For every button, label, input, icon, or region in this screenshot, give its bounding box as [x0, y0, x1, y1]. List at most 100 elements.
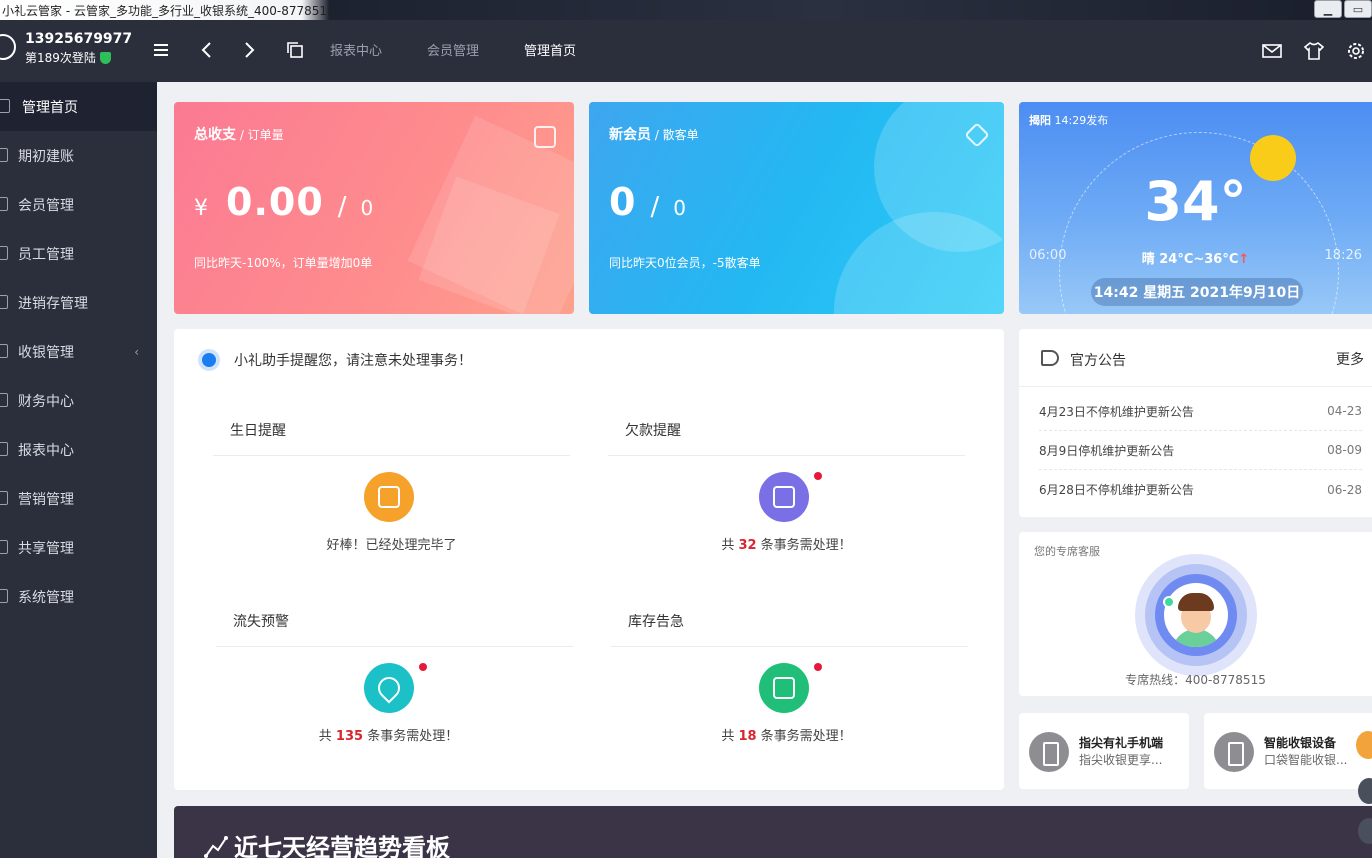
share-icon — [0, 540, 8, 554]
debt-reminder[interactable]: 欠款提醒 共 32 条事务需处理！ — [608, 420, 965, 553]
block-title: 生日提醒 — [213, 420, 570, 456]
shield-check-icon — [99, 51, 111, 64]
forward-arrow-icon[interactable] — [239, 39, 261, 61]
announcement-date: 08-09 — [1327, 443, 1362, 457]
sidebar-item-label: 收银管理 — [18, 344, 74, 361]
close-icon[interactable]: × — [386, 44, 398, 55]
status-suffix: 条事务需处理！ — [756, 729, 852, 744]
page-tabs: 报表中心 × 会员管理 × 管理首页 × — [330, 40, 592, 59]
publish-time: 14:29发布 — [1051, 114, 1109, 127]
maximize-button[interactable]: ▭ — [1344, 0, 1372, 18]
pos-device-icon — [1214, 732, 1254, 772]
members-subtitle: / 散客单 — [651, 128, 699, 142]
more-link[interactable]: 更多 — [1336, 349, 1364, 369]
sidebar-item-inventory[interactable]: 进销存管理 — [0, 278, 157, 327]
sidebar-item-system[interactable]: 系统管理 — [0, 572, 157, 621]
sidebar-item-finance[interactable]: 财务中心 — [0, 376, 157, 425]
sidebar-item-label: 期初建账 — [18, 148, 74, 165]
announcement-item[interactable]: 8月9日停机维护更新公告 08-09 — [1039, 431, 1362, 470]
sidebar-item-label: 进销存管理 — [18, 295, 88, 312]
marketing-icon — [0, 491, 8, 505]
sidebar-item-sharing[interactable]: 共享管理 — [0, 523, 157, 572]
person-icon — [1356, 731, 1372, 759]
mini-card-title: 指尖有礼手机端 — [1079, 736, 1164, 750]
smart-device-card[interactable]: 智能收银设备 口袋智能收银... — [1204, 713, 1372, 789]
icon-glyph — [373, 672, 405, 704]
user-icon — [0, 197, 8, 211]
window-title: 小礼云管家 - 云管家_多功能_多行业_收银系统_400-8778515 — [2, 4, 335, 18]
announcement-header: 官方公告 更多 — [1019, 329, 1372, 387]
back-arrow-icon[interactable] — [195, 39, 217, 61]
status-suffix: 条事务需处理！ — [756, 538, 852, 553]
birthday-reminder[interactable]: 生日提醒 好棒！已经处理完毕了 — [213, 420, 570, 553]
floating-menu-button[interactable] — [1358, 778, 1372, 804]
finance-icon — [0, 393, 8, 407]
customer-service-panel: 您的专席客服 专席热线：400-8778515 — [1019, 532, 1372, 696]
revenue-amount: 0.00 — [226, 180, 324, 224]
revenue-card[interactable]: 总收支 / 订单量 ¥ 0.00 / 0 同比昨天-100%，订单量增加0单 — [174, 102, 574, 314]
alert-dot — [814, 663, 822, 671]
water-drop-icon — [364, 663, 414, 713]
weather-city: 揭阳 14:29发布 — [1029, 112, 1108, 128]
stock-alert[interactable]: 库存告急 共 18 条事务需处理！ — [611, 611, 968, 744]
sidebar-item-opening[interactable]: 期初建账 — [0, 131, 157, 180]
announcement-item[interactable]: 6月28日不停机维护更新公告 06-28 — [1039, 470, 1362, 509]
mobile-app-card[interactable]: 指尖有礼手机端 指尖收银更享... — [1019, 713, 1189, 789]
icon-glyph — [773, 486, 795, 508]
current-datetime: 14:42 星期五 2021年9月10日 — [1091, 278, 1303, 306]
mini-card-subtitle: 指尖收银更享... — [1079, 753, 1163, 767]
status-prefix: 共 — [318, 729, 336, 744]
window-controls: ▁ ▭ — [1312, 0, 1372, 18]
close-icon[interactable]: × — [580, 44, 592, 55]
members-compare: 同比昨天0位会员，-5散客单 — [609, 256, 761, 270]
tab-report-center[interactable]: 报表中心 × — [330, 40, 398, 59]
revenue-title: 总收支 — [194, 127, 236, 143]
copy-tabs-icon[interactable] — [284, 39, 306, 61]
mail-icon[interactable] — [1260, 40, 1284, 62]
block-title: 流失预警 — [216, 611, 573, 647]
mini-card-title: 智能收银设备 — [1264, 736, 1337, 750]
minimize-button[interactable]: ▁ — [1314, 0, 1342, 18]
menu-toggle-icon[interactable] — [151, 39, 173, 61]
churn-warning[interactable]: 流失预警 共 135 条事务需处理！ — [216, 611, 573, 744]
new-members-card[interactable]: 新会员 / 散客单 0 / 0 同比昨天0位会员，-5散客单 — [589, 102, 1004, 314]
sidebar-item-staff[interactable]: 员工管理 — [0, 229, 157, 278]
sidebar-item-label: 财务中心 — [18, 393, 74, 410]
gear-icon[interactable] — [1344, 40, 1368, 62]
service-avatar[interactable] — [1164, 583, 1228, 647]
ledger-icon — [0, 148, 8, 162]
trend-board: 近七天经营趋势看板 — [174, 806, 1372, 858]
sidebar-item-reports[interactable]: 报表中心 — [0, 425, 157, 474]
login-count: 第189次登陆 — [25, 49, 111, 66]
top-navbar: 13925679977 第189次登陆 报表中心 × 会员管理 × 管理首页 × — [0, 20, 1372, 82]
tshirt-skin-icon[interactable] — [1302, 40, 1326, 62]
temperature: 34° — [1144, 170, 1247, 233]
close-icon[interactable]: × — [483, 44, 495, 55]
block-status: 好棒！已经处理完毕了 — [213, 534, 570, 553]
phone-icon — [1029, 732, 1069, 772]
status-prefix: 共 — [721, 729, 739, 744]
announcement-date: 04-23 — [1327, 404, 1362, 418]
announcement-text: 6月28日不停机维护更新公告 — [1039, 483, 1194, 497]
reminder-panel: 小礼助手提醒您，请注意未处理事务！ 生日提醒 好棒！已经处理完毕了 欠款提醒 共… — [174, 329, 1004, 790]
announcement-title: 官方公告 — [1070, 353, 1126, 369]
revenue-subtitle: / 订单量 — [236, 128, 284, 142]
staff-icon — [0, 246, 8, 260]
tab-home[interactable]: 管理首页 × — [524, 40, 592, 59]
sidebar-item-members[interactable]: 会员管理 — [0, 180, 157, 229]
avatar-hair — [1178, 593, 1214, 611]
tab-member-management[interactable]: 会员管理 × — [427, 40, 495, 59]
chevron-left-icon: ‹ — [134, 344, 139, 359]
sidebar-item-marketing[interactable]: 营销管理 — [0, 474, 157, 523]
announcement-item[interactable]: 4月23日不停机维护更新公告 04-23 — [1039, 392, 1362, 431]
sidebar-item-cashier[interactable]: 收银管理 ‹ — [0, 327, 157, 376]
icon-glyph — [378, 486, 400, 508]
card-icon — [759, 472, 809, 522]
assistant-icon — [198, 349, 220, 371]
card-decoration — [834, 212, 1004, 314]
sidebar-item-home[interactable]: 管理首页 — [0, 82, 157, 131]
service-title: 您的专席客服 — [1034, 545, 1100, 558]
cake-icon — [364, 472, 414, 522]
announcement-date: 06-28 — [1327, 482, 1362, 497]
pending-count: 32 — [738, 538, 757, 553]
